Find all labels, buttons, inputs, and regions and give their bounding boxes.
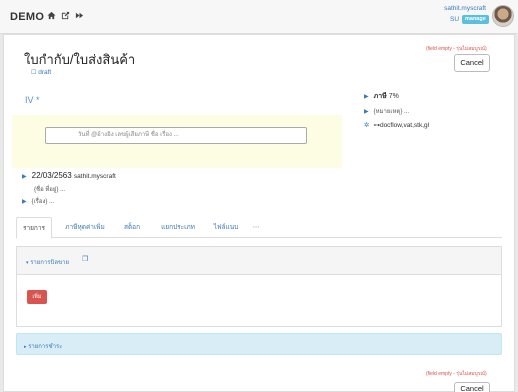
caret-down-icon: ▾ [26,260,29,266]
top-navbar: DEMO sathit.myscraft SU manage [0,0,518,34]
cancel-button[interactable]: Cancel [454,54,490,72]
caret-right-icon: ▶ [22,174,27,180]
search-input[interactable]: วันที่ @อ้างอิง เลขผู้เสียภาษี ชื่อ เรื่… [45,127,307,144]
subject-text: {เรื่อง} ... [31,199,55,205]
caret-right-icon: ▶ [364,109,369,115]
checkbox-icon: ☐ [31,70,37,76]
add-item-button[interactable]: เพิ่ม [27,290,47,304]
items-panel: ▾ รายการบิลขาย ❐ เพิ่ม [16,246,502,327]
tab-more[interactable]: ⋯ [246,217,266,238]
tab-vat[interactable]: ภาษีหุดค่าเพิ่ม [56,217,114,238]
status-draft[interactable]: ☐ draft [31,69,51,76]
document-date: 22/03/2563 [31,171,72,180]
caret-right-icon: ▸ [24,344,27,350]
external-link-icon[interactable] [61,11,70,22]
page-title: ใบกำกับ/ใบส่งสินค้า [24,52,136,67]
items-panel-header: ▾ รายการบิลขาย ❐ [17,247,501,275]
tab-items[interactable]: รายการ [16,217,52,239]
status-label: draft [38,69,52,76]
payment-panel-title-text: รายการชำระ [28,344,63,350]
tab-attachments[interactable]: ไฟล์แนบ [206,217,246,238]
field-empty-note-bottom: (field empty - รุ่นไม่สมบูรณ์) [426,371,487,377]
items-panel-title-text: รายการบิลขาย [30,260,69,266]
manage-badge[interactable]: manage [462,15,489,24]
tax-row[interactable]: ▶ ภาษี 7% [364,91,399,102]
items-panel-title[interactable]: ▾ รายการบิลขาย [26,257,69,267]
tax-label: ภาษี [373,93,387,100]
fast-forward-icon[interactable] [75,11,84,22]
caret-right-icon: ▶ [364,94,369,100]
tab-ledger[interactable]: แยกประเภท [150,217,206,238]
contact-line[interactable]: {ชื่อ ที่อยู่} ... [34,184,65,194]
user-name[interactable]: sathit.myscraft [444,5,486,12]
gear-icon: ✲ [364,122,370,129]
tab-bar: รายการ ภาษีหุดค่าเพิ่ม สต็อก แยกประเภท ไ… [16,217,502,239]
app-brand[interactable]: DEMO [10,11,44,23]
user-role: SU [450,16,460,23]
subject-line[interactable]: ▶ {เรื่อง} ... [22,196,54,206]
tab-stock[interactable]: สต็อก [114,217,150,238]
iv-label[interactable]: IV * [25,95,40,105]
document-card: ใบกำกับ/ใบส่งสินค้า ☐ draft (field empty… [3,34,515,392]
tax-value: 7% [388,93,399,100]
caret-right-icon: ▶ [22,199,27,205]
search-area: วันที่ @อ้างอิง เลขผู้เสียภาษี ชื่อ เรื่… [12,115,342,168]
home-icon[interactable] [47,11,56,22]
remark-text: {หมายเหตุ} ... [373,109,409,115]
flow-row[interactable]: ✲ ⊶docflow,vat,stk,gl [364,121,429,129]
payment-panel[interactable]: ▸ รายการชำระ [16,333,502,355]
field-empty-note: (field empty - รุ่นไม่สมบูรณ์) [426,46,487,52]
avatar[interactable] [492,5,514,27]
flow-text: docflow,vat,stk,gl [379,122,430,129]
date-row[interactable]: ▶ 22/03/2563 sathit.myscraft [22,171,116,180]
payment-panel-title: ▸ รายการชำระ [24,341,62,351]
author-name: sathit.myscraft [73,173,116,180]
remark-row[interactable]: ▶ {หมายเหตุ} ... [364,106,409,116]
copy-icon[interactable]: ❐ [82,255,88,263]
cancel-button-bottom[interactable]: Cancel [454,382,490,392]
